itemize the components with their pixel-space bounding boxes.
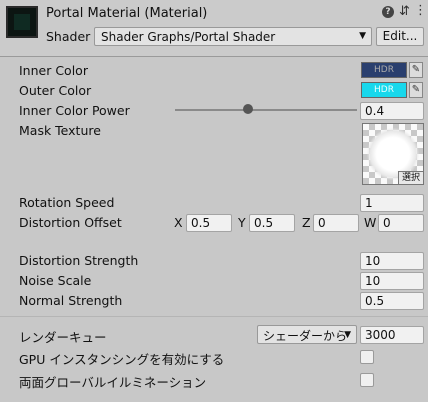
render-queue-mode-value: シェーダーから — [263, 329, 348, 343]
z-axis-label: Z — [302, 215, 311, 230]
shader-dropdown-value: Shader Graphs/Portal Shader — [101, 30, 276, 44]
distortion-offset-label: Distortion Offset — [19, 215, 122, 230]
section-divider — [0, 316, 428, 317]
rotation-speed-field[interactable]: 1 — [360, 194, 424, 212]
outer-color-swatch[interactable]: HDR — [361, 82, 407, 98]
noise-scale-field[interactable]: 10 — [360, 272, 424, 290]
help-icon[interactable]: ? — [382, 6, 394, 18]
mask-texture-label: Mask Texture — [19, 123, 101, 138]
double-sided-gi-label: 両面グローバルイルミネーション — [19, 375, 207, 390]
distortion-strength-label: Distortion Strength — [19, 253, 139, 268]
inner-color-swatch[interactable]: HDR — [361, 62, 407, 78]
inner-color-power-label: Inner Color Power — [19, 103, 130, 118]
normal-strength-label: Normal Strength — [19, 293, 123, 308]
rotation-speed-label: Rotation Speed — [19, 195, 115, 210]
presets-sliders-icon[interactable]: ⇵ — [399, 4, 410, 19]
noise-scale-label: Noise Scale — [19, 273, 92, 288]
eyedropper-icon[interactable]: ✎ — [409, 62, 423, 78]
distortion-offset-y-field[interactable]: 0.5 — [249, 214, 295, 232]
material-title: Portal Material (Material) — [46, 6, 208, 21]
material-preview-thumbnail — [6, 6, 38, 38]
x-axis-label: X — [174, 215, 183, 230]
shader-dropdown[interactable]: Shader Graphs/Portal Shader ▼ — [94, 27, 372, 46]
inner-color-power-slider-thumb[interactable] — [242, 104, 253, 114]
eyedropper-icon[interactable]: ✎ — [409, 82, 423, 98]
distortion-offset-x-field[interactable]: 0.5 — [186, 214, 232, 232]
gpu-instancing-checkbox[interactable] — [360, 350, 374, 364]
double-sided-gi-checkbox[interactable] — [360, 373, 374, 387]
inner-color-power-slider-track[interactable] — [175, 109, 357, 111]
render-queue-label: レンダーキュー — [19, 330, 107, 345]
outer-color-label: Outer Color — [19, 83, 92, 98]
gpu-instancing-label: GPU インスタンシングを有効にする — [19, 352, 225, 367]
mask-texture-slot[interactable]: 選択 — [362, 123, 424, 185]
inner-color-label: Inner Color — [19, 63, 88, 78]
y-axis-label: Y — [238, 215, 246, 230]
dropdown-arrow-icon: ▼ — [344, 330, 351, 340]
more-options-icon[interactable]: ⋮ — [414, 3, 427, 18]
normal-strength-field[interactable]: 0.5 — [360, 292, 424, 310]
edit-shader-button[interactable]: Edit... — [376, 27, 424, 46]
inner-color-power-field[interactable]: 0.4 — [360, 102, 424, 120]
distortion-offset-w-field[interactable]: 0 — [378, 214, 424, 232]
distortion-strength-field[interactable]: 10 — [360, 252, 424, 270]
shader-label: Shader — [46, 29, 91, 44]
texture-select-button[interactable]: 選択 — [397, 171, 423, 184]
dropdown-arrow-icon: ▼ — [359, 31, 366, 41]
distortion-offset-z-field[interactable]: 0 — [313, 214, 359, 232]
render-queue-mode-dropdown[interactable]: シェーダーから ▼ — [257, 325, 357, 344]
render-queue-value-field[interactable]: 3000 — [360, 326, 424, 344]
w-axis-label: W — [364, 215, 377, 230]
